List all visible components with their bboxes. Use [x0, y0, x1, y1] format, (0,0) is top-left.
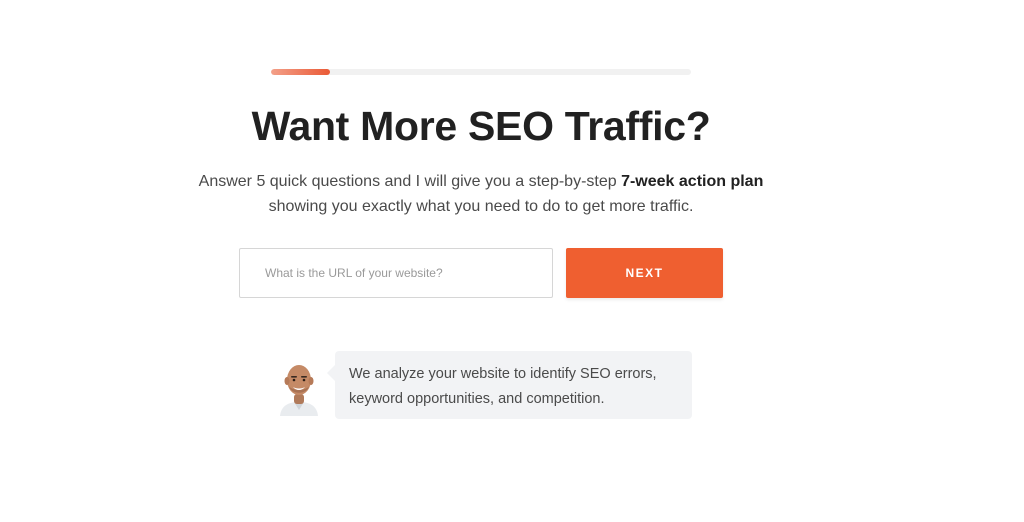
next-button[interactable]: NEXT [566, 248, 723, 298]
page-title: Want More SEO Traffic? [251, 103, 711, 149]
subtitle-highlight: 7-week action plan [621, 173, 764, 190]
assistant-message-line-1: We analyze your website to identify SEO … [349, 366, 657, 382]
subtitle-text-start: Answer 5 quick questions and I will give… [198, 173, 622, 190]
page-subtitle: Answer 5 quick questions and I will give… [170, 169, 792, 219]
assistant-message-bubble: We analyze your website to identify SEO … [327, 351, 692, 419]
subtitle-text-end: showing you exactly what you need to do … [268, 198, 694, 215]
progress-bar [271, 69, 691, 75]
seo-quiz-page: Want More SEO Traffic? Answer 5 quick qu… [0, 0, 1024, 522]
bubble-tail [327, 365, 335, 381]
assistant-message-line-2: keyword opportunities, and competition. [349, 391, 605, 407]
progress-fill [271, 69, 330, 75]
person-avatar-icon [280, 365, 318, 416]
website-url-input[interactable] [239, 248, 553, 298]
